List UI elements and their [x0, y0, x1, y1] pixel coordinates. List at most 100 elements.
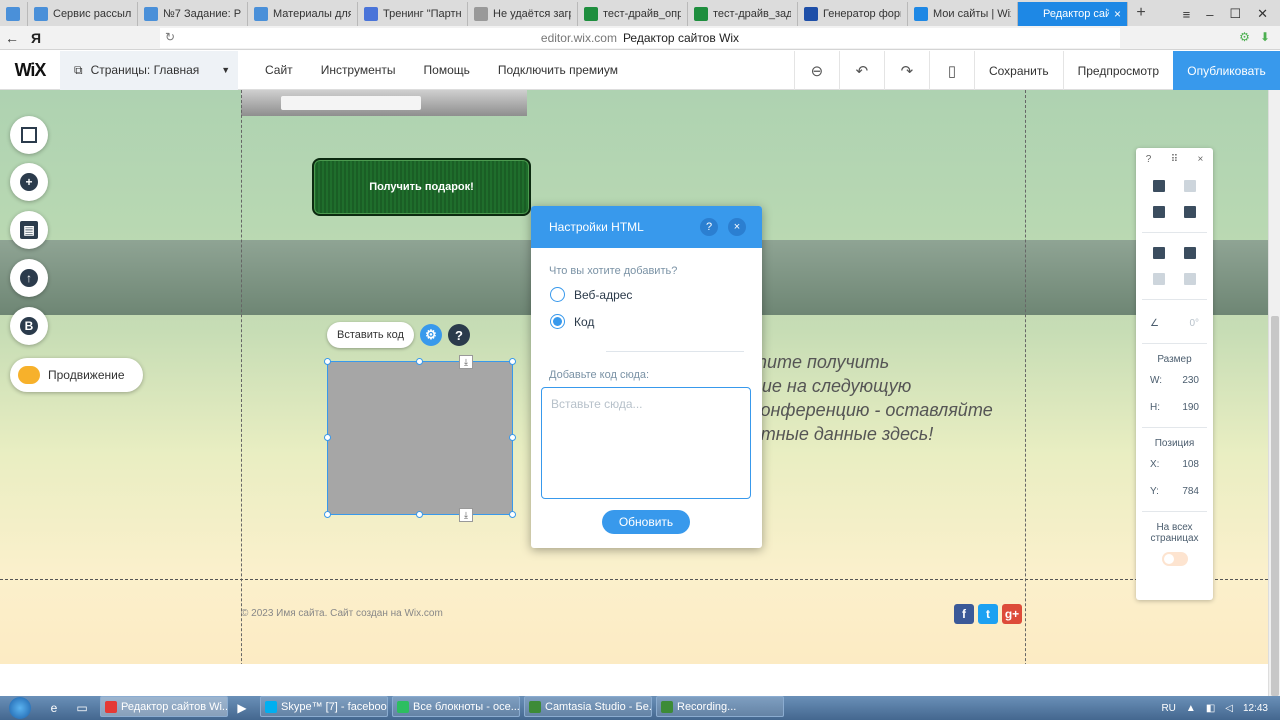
radio-web-address[interactable]: Веб-адрес [550, 287, 632, 302]
paste-icon[interactable] [1183, 180, 1196, 192]
height-value[interactable]: 190 [1182, 402, 1199, 413]
bring-forward-icon[interactable] [1153, 247, 1166, 259]
browser-tab[interactable]: Генератор форм [798, 2, 908, 26]
height-row[interactable]: H: 190 [1136, 386, 1213, 413]
maximize-icon[interactable]: ☐ [1229, 6, 1241, 22]
menu-item-premium[interactable]: Подключить премиум [498, 63, 618, 77]
code-textarea[interactable]: Вставьте сюда... [541, 387, 751, 499]
upload-button[interactable]: ↑ [10, 259, 48, 297]
drag-handle-icon[interactable]: ⠿ [1171, 154, 1178, 165]
browser-tab[interactable]: тест-драйв_зада [688, 2, 798, 26]
taskbar-item-recording[interactable]: Recording... [656, 696, 784, 717]
distribute-icon[interactable] [1183, 273, 1196, 285]
facebook-icon[interactable]: f [954, 604, 974, 624]
panel-help-button[interactable]: ? [1146, 154, 1152, 165]
browser-tab[interactable]: тест-драйв_опро [578, 2, 688, 26]
browser-tab[interactable]: Мои сайты | Wix [908, 2, 1018, 26]
new-tab-button[interactable]: + [1128, 2, 1154, 26]
settings-gear-icon[interactable]: ⚙ [419, 324, 442, 346]
googleplus-icon[interactable]: g+ [1002, 604, 1022, 624]
blog-button[interactable]: B [10, 307, 48, 345]
y-row[interactable]: Y: 784 [1136, 470, 1213, 497]
browser-tab[interactable]: №7 Задание: Ре [138, 2, 248, 26]
footer-copyright[interactable]: © 2023 Имя сайта. Сайт создан на Wix.com [241, 608, 443, 619]
menu-item-help[interactable]: Помощь [424, 63, 470, 77]
send-backward-icon[interactable] [1183, 247, 1196, 259]
width-value[interactable]: 230 [1182, 375, 1199, 386]
delete-icon[interactable] [1183, 206, 1196, 218]
width-row[interactable]: W: 230 [1136, 365, 1213, 386]
app-market-button[interactable]: ▤ [10, 211, 48, 249]
pages-dropdown[interactable]: ⧉ Страницы: Главная ▼ [60, 50, 238, 90]
scrollbar-thumb[interactable] [1271, 316, 1279, 696]
taskbar-item-skype[interactable]: Skype™ [7] - faceboo... [260, 696, 388, 717]
redo-icon[interactable]: ↷ [883, 51, 929, 90]
browser-menu-tab[interactable] [0, 2, 28, 26]
taskbar-item-camtasia[interactable]: Camtasia Studio - Бе... [524, 696, 652, 717]
selection-help-button[interactable]: ? [447, 324, 470, 346]
preview-button[interactable]: Предпросмотр [1062, 51, 1173, 90]
y-value[interactable]: 784 [1182, 486, 1199, 497]
download-icon[interactable]: ⬇ [1260, 30, 1270, 44]
duplicate-icon[interactable] [1153, 206, 1166, 218]
html-embed-box[interactable] [327, 361, 513, 515]
insert-code-button[interactable]: Вставить код [327, 322, 414, 348]
x-row[interactable]: X: 108 [1136, 449, 1213, 470]
mobile-view-icon[interactable]: ▯ [928, 51, 974, 90]
volume-icon[interactable]: ◁ [1225, 703, 1233, 714]
gift-button[interactable]: Получить подарок! [312, 158, 531, 216]
taskbar-item-browser[interactable]: Редактор сайтов Wi... [100, 696, 228, 717]
close-window-icon[interactable]: ✕ [1257, 6, 1268, 22]
resize-handle[interactable] [324, 511, 331, 518]
copy-icon[interactable] [1153, 180, 1166, 192]
ie-icon[interactable]: e [40, 696, 68, 720]
anchor-top-icon[interactable]: ⤓ [459, 355, 473, 369]
menu-item-site[interactable]: Сайт [265, 63, 293, 77]
panel-close-button[interactable]: × [1197, 154, 1203, 165]
url-field[interactable]: editor.wix.com Редактор сайтов Wix [160, 28, 1120, 48]
twitter-icon[interactable]: t [978, 604, 998, 624]
browser-tab[interactable]: Редактор сайт × [1018, 2, 1128, 26]
zoom-out-icon[interactable]: ⊖ [793, 51, 839, 90]
start-button[interactable] [0, 696, 40, 720]
yandex-logo[interactable]: Я [24, 30, 48, 46]
x-value[interactable]: 108 [1182, 459, 1199, 470]
taskbar-item-evernote[interactable]: Все блокноты - осе... [392, 696, 520, 717]
resize-handle[interactable] [509, 358, 516, 365]
canvas-scrollbar[interactable] [1268, 90, 1280, 696]
radio-button[interactable] [550, 287, 565, 302]
network-icon[interactable]: ◧ [1206, 703, 1215, 714]
resize-handle[interactable] [324, 358, 331, 365]
back-arrow-icon[interactable]: ← [0, 30, 24, 46]
align-icon[interactable] [1153, 273, 1166, 285]
tray-arrow-icon[interactable]: ▲ [1186, 703, 1196, 714]
laptop-photo[interactable] [241, 90, 527, 116]
browser-tab[interactable]: Материалы для т [248, 2, 358, 26]
extension-icon[interactable]: ⚙ [1239, 30, 1250, 44]
undo-icon[interactable]: ↶ [838, 51, 884, 90]
minimize-icon[interactable]: – [1206, 7, 1213, 22]
resize-handle[interactable] [416, 358, 423, 365]
menu-icon[interactable]: ≡ [1183, 7, 1191, 22]
promotion-button[interactable]: Продвижение [10, 358, 143, 392]
browser-tab[interactable]: Сервис рассылок [28, 2, 138, 26]
anchor-bottom-icon[interactable]: ⤓ [459, 508, 473, 522]
all-pages-toggle[interactable] [1161, 552, 1188, 566]
browser-tab[interactable]: Тренинг "Партне [358, 2, 468, 26]
resize-handle[interactable] [509, 511, 516, 518]
radio-code[interactable]: Код [550, 314, 594, 329]
language-indicator[interactable]: RU [1161, 703, 1175, 714]
explorer-icon[interactable]: ▭ [68, 696, 96, 720]
publish-button[interactable]: Опубликовать [1173, 51, 1280, 90]
resize-handle[interactable] [416, 511, 423, 518]
conference-text[interactable]: тите получить ние на следующую конференц… [752, 350, 1052, 446]
add-element-button[interactable]: + [10, 163, 48, 201]
close-tab-icon[interactable]: × [1114, 7, 1121, 21]
dialog-close-button[interactable]: × [728, 218, 746, 236]
menu-item-tools[interactable]: Инструменты [321, 63, 396, 77]
background-tool-button[interactable] [10, 116, 48, 154]
rotation-row[interactable]: ∠ 0° [1136, 304, 1213, 329]
dialog-help-button[interactable]: ? [700, 218, 718, 236]
browser-tab[interactable]: Не удаётся загру [468, 2, 578, 26]
wix-logo[interactable]: WiX [0, 60, 60, 81]
